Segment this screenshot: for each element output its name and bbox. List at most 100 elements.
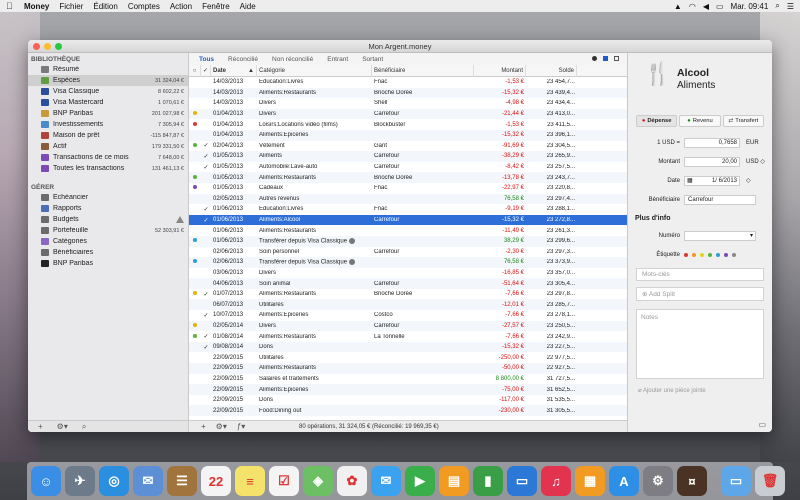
transaction-row[interactable]: ✓ 10/07/2013 Aliments:Épiceries Costco -… (189, 310, 627, 321)
calendar-icon[interactable]: ▦ (687, 177, 693, 185)
date-field[interactable]: ▦ 1/ 6/2013 (684, 175, 740, 186)
transaction-row[interactable]: 22/09/2015 Utilitaires -250,00 € 22 977,… (189, 352, 627, 363)
transaction-row[interactable]: 14/03/2013 Éducation:Livres Fnac -1,53 €… (189, 77, 627, 88)
transaction-row[interactable]: ✓ 01/08/2014 Aliments:Restaurants La Ton… (189, 331, 627, 342)
transaction-row[interactable]: 22/09/2015 Salaires et traitements 8 800… (189, 374, 627, 385)
filter-incoming[interactable]: Entrant (327, 56, 348, 63)
sidebar-manage-item[interactable]: Rapports (28, 203, 188, 214)
view-dot-icon[interactable] (592, 56, 597, 61)
sidebar-account-item[interactable]: Maison de prêt -115 847,87 € (28, 130, 188, 141)
title-bar[interactable]: Mon Argent.money (28, 40, 772, 53)
transaction-row[interactable]: ✓ 01/06/2013 Éducation:Livres Fnac -9,19… (189, 204, 627, 215)
payee-field[interactable]: Carrefour (684, 194, 756, 205)
sidebar-manage-item[interactable]: Bénéficiaires (28, 247, 188, 258)
transaction-row[interactable]: 14/03/2013 Aliments:Restaurants Brioche … (189, 87, 627, 99)
menu-action[interactable]: Action (170, 2, 192, 11)
reconciled-checkbox[interactable]: ✓ (201, 164, 211, 171)
currency-select[interactable]: USD ◇ (740, 158, 765, 165)
battery-icon[interactable]: ▭ (716, 2, 724, 11)
transaction-row[interactable]: 22/09/2015 Food:Dining out -230,00 € 31 … (189, 405, 627, 416)
notes-field[interactable]: Notes (636, 309, 764, 379)
sidebar-account-item[interactable]: Toutes les transactions 131 461,13 € (28, 163, 188, 174)
sidebar-manage-item[interactable]: Budgets (28, 214, 188, 225)
transaction-row[interactable]: 01/06/2013 Aliments:Restaurants -11,49 €… (189, 225, 627, 236)
launchpad-icon[interactable]: ✈ (65, 466, 95, 496)
apple-menu-icon[interactable]:  (6, 1, 16, 11)
transaction-row[interactable]: 03/06/2013 Divers -16,85 € 23 357,0... (189, 268, 627, 279)
books-icon[interactable]: ▦ (575, 466, 605, 496)
contacts-icon[interactable]: ☰ (167, 466, 197, 496)
inspector-toggle-icon[interactable]: ▭ (758, 420, 766, 429)
spotlight-icon[interactable]: ⌕ (775, 1, 779, 11)
add-split-button[interactable]: ⊕ Add Split (636, 287, 764, 301)
transaction-row[interactable]: ✓ 01/07/2013 Aliments:Restaurants Brioch… (189, 289, 627, 300)
finder-icon[interactable]: ☺ (31, 466, 61, 496)
category-name[interactable]: Alcool (677, 67, 709, 79)
sidebar-account-item[interactable]: Espèces 31 324,04 € (28, 75, 188, 86)
transaction-row[interactable]: 02/05/2013 Autres revenus 76,58 € 23 297… (189, 193, 627, 205)
view-detail-icon[interactable] (614, 56, 619, 61)
downloads-folder-icon[interactable]: ▭ (721, 466, 751, 496)
label-color-swatch[interactable] (708, 252, 712, 257)
transaction-row[interactable]: 04/06/2013 Soin animal Carrefour -51,64 … (189, 278, 627, 289)
airplay-icon[interactable]: ▲ (674, 2, 682, 11)
type-expense-button[interactable]: ● Dépense (636, 115, 678, 127)
sidebar-account-item[interactable]: Transactions de ce mois 7 648,00 € (28, 152, 188, 163)
add-account-icon[interactable]: + (38, 422, 43, 431)
label-color-swatch[interactable] (716, 252, 720, 257)
clock[interactable]: Mar. 09:41 (731, 2, 769, 11)
menu-edition[interactable]: Édition (93, 2, 117, 11)
transaction-row[interactable]: 01/05/2013 Cadeaux Fnac -22,97 € 23 220,… (189, 183, 627, 194)
itunes-icon[interactable]: ♫ (541, 466, 571, 496)
gear-icon[interactable]: ⚙▾ (57, 422, 68, 431)
transaction-row[interactable]: 02/06/2013 Transférer depuis Visa Classi… (189, 257, 627, 268)
label-color-swatch[interactable] (700, 252, 704, 257)
numbers-icon[interactable]: ▮ (473, 466, 503, 496)
gear-icon[interactable]: ⚙▾ (216, 422, 227, 431)
label-color-swatch[interactable] (684, 252, 688, 257)
filter-unreconciled[interactable]: Non réconcilié (272, 56, 313, 63)
transaction-row[interactable]: 06/07/2013 Utilitaires -12,01 € 23 285,7… (189, 299, 627, 311)
transaction-row[interactable]: 01/04/2013 Loisirs:Locations vidéo (film… (189, 119, 627, 130)
transaction-row[interactable]: 14/03/2013 Divers Shell -4,98 € 23 434,4… (189, 98, 627, 109)
menu-fenetre[interactable]: Fenêtre (202, 2, 230, 11)
amount-column-header[interactable]: Montant (474, 64, 526, 77)
transaction-row[interactable]: ✓ 01/05/2013 Aliments Carrefour -38,29 €… (189, 151, 627, 162)
category-column-header[interactable]: Catégorie (257, 64, 372, 77)
volume-icon[interactable]: ◀ (703, 2, 709, 11)
transaction-row[interactable]: 02/06/2013 Soin personnel Carrefour -2,3… (189, 247, 627, 258)
app-menu[interactable]: Money (24, 2, 49, 11)
transaction-row[interactable]: 01/04/2013 Aliments:Épiceries -15,32 € 2… (189, 129, 627, 141)
notes-icon[interactable]: ≡ (235, 466, 265, 496)
transaction-row[interactable]: 22/09/2015 Aliments:Restaurants -50,00 €… (189, 363, 627, 374)
reconciled-checkbox[interactable]: ✓ (201, 333, 211, 340)
label-color-swatch[interactable] (724, 252, 728, 257)
menu-fichier[interactable]: Fichier (59, 2, 83, 11)
trash-icon[interactable]: 🗑 (755, 466, 785, 496)
notification-center-icon[interactable]: ☰ (787, 2, 794, 11)
filter-reconciled[interactable]: Réconcilié (228, 56, 258, 63)
sidebar-manage-item[interactable]: Échéancier (28, 192, 188, 203)
sidebar-account-item[interactable]: Investissements 7 305,94 € (28, 119, 188, 130)
filter-all[interactable]: Tous (199, 56, 214, 63)
transaction-row[interactable]: 22/09/2015 Aliments:Épiceries -75,00 € 3… (189, 384, 627, 395)
reconciled-checkbox[interactable]: ✓ (201, 153, 211, 160)
wifi-icon[interactable]: ◠ (689, 2, 696, 11)
transaction-row[interactable]: ✓ 01/06/2013 Aliments:Alcool Carrefour -… (189, 214, 627, 226)
reconciled-checkbox[interactable]: ✓ (201, 344, 211, 351)
sidebar-account-item[interactable]: BNP Paribas 201 027,98 € (28, 108, 188, 119)
keywords-field[interactable]: Mots-clés (636, 268, 764, 281)
check-column-header[interactable]: ✓ (201, 64, 211, 77)
safari-icon[interactable]: ◎ (99, 466, 129, 496)
transaction-row[interactable]: ✓ 02/04/2013 Vêtement Gant -91,69 € 23 3… (189, 141, 627, 152)
search-icon[interactable]: ⌕ (82, 422, 86, 432)
calendar-icon[interactable]: 22 (201, 466, 231, 496)
label-color-swatch[interactable] (692, 252, 696, 257)
ibooks-icon[interactable]: ▤ (439, 466, 469, 496)
reconciled-checkbox[interactable]: ✓ (201, 312, 211, 319)
payee-column-header[interactable]: Bénéficiaire (372, 64, 474, 77)
maps-icon[interactable]: ◈ (303, 466, 333, 496)
reminders-icon[interactable]: ☑ (269, 466, 299, 496)
mail-icon[interactable]: ✉ (133, 466, 163, 496)
view-list-icon[interactable] (603, 56, 608, 61)
